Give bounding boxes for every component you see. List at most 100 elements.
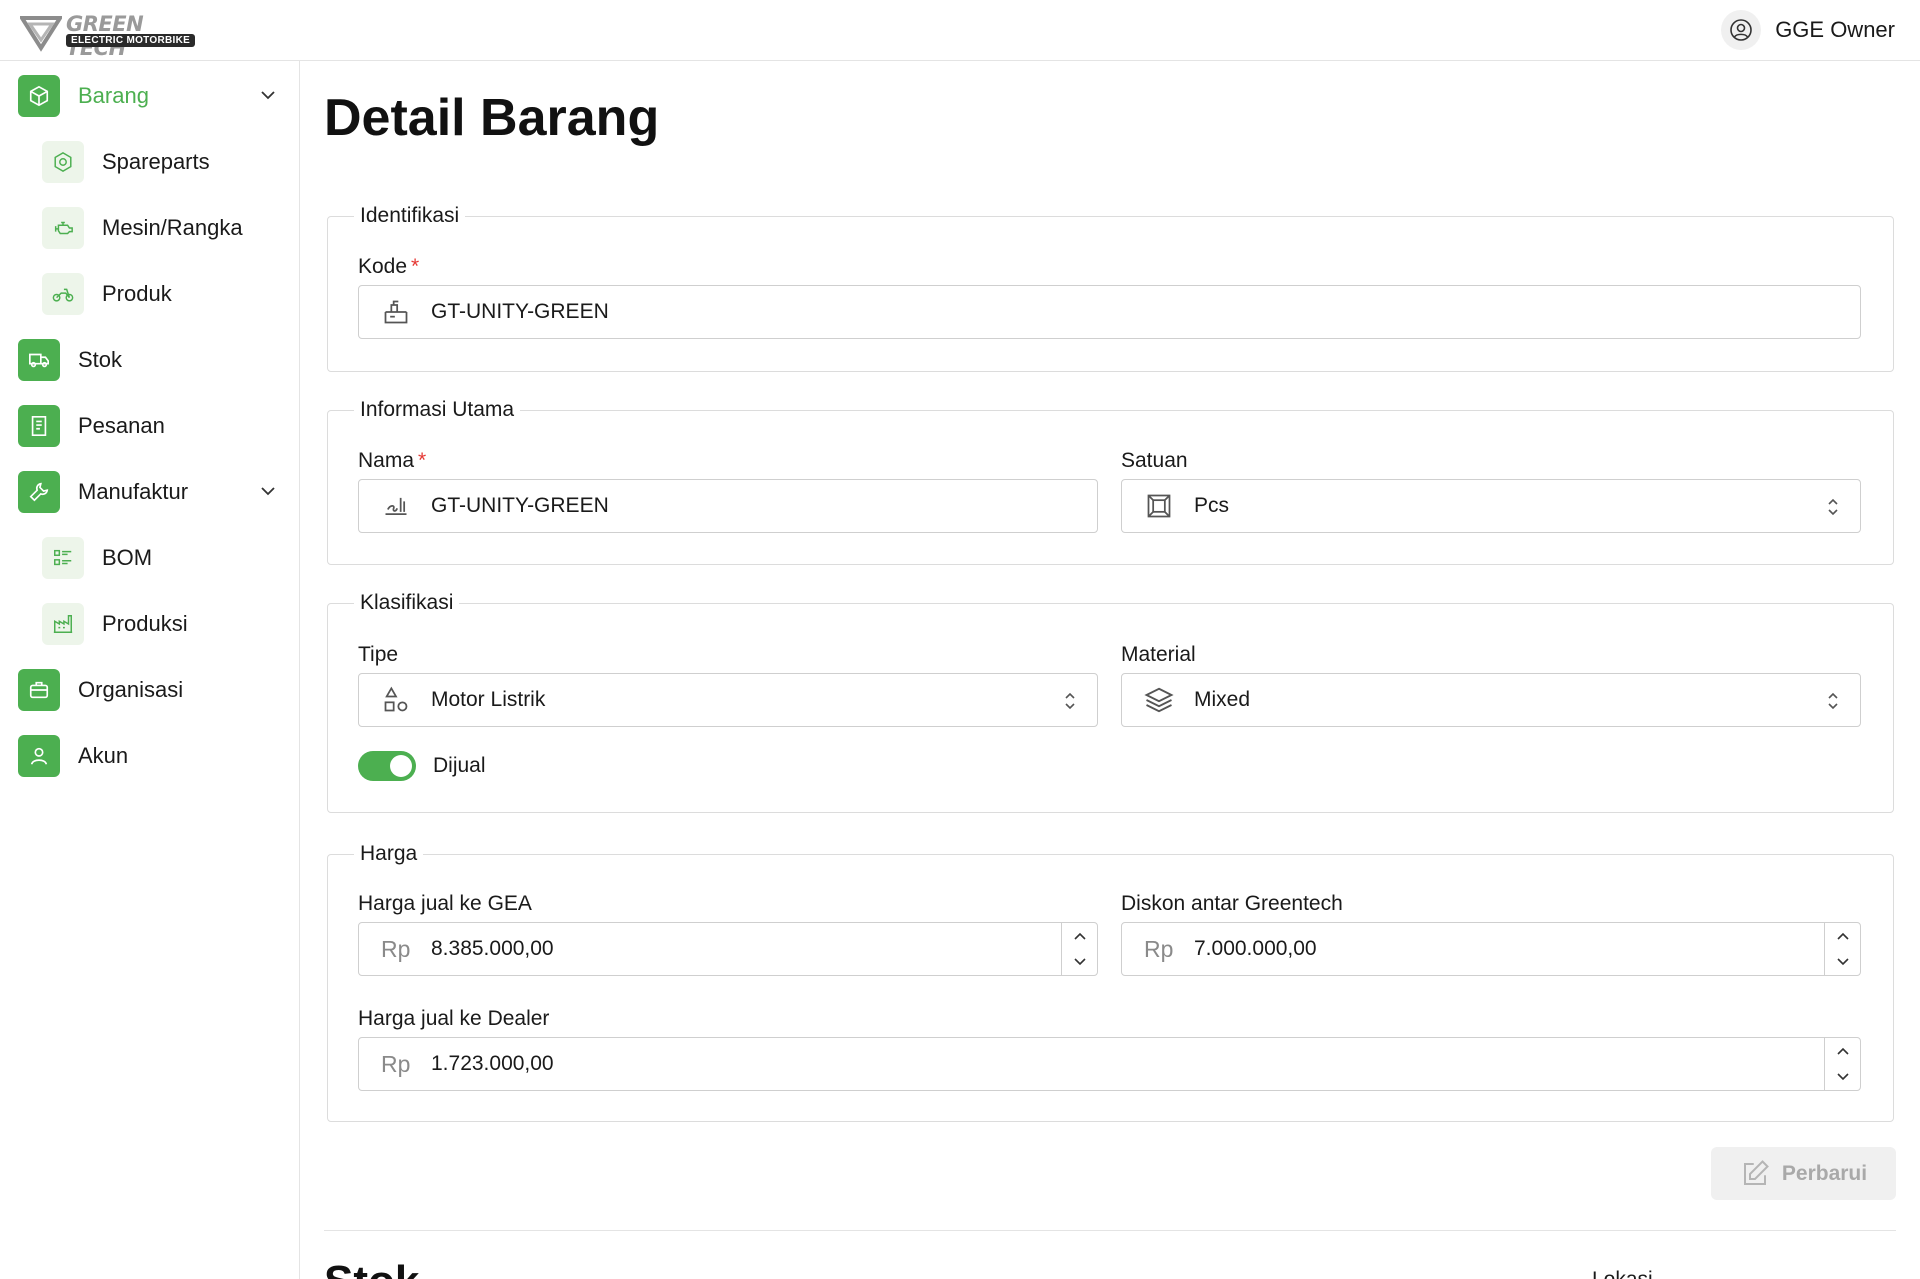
box-icon [18,75,60,117]
top-bar: GREEN TECH ELECTRIC MOTORBIKE GGE Owner [0,0,1920,61]
required-mark: * [411,255,420,278]
dijual-label: Dijual [433,754,486,777]
page-title: Detail Barang [324,89,660,147]
kode-field[interactable]: GT-UNITY-GREEN [358,285,1861,339]
chevron-up-icon[interactable] [1836,931,1850,941]
edit-icon [1743,1159,1769,1185]
sidebar-item-pesanan[interactable]: Pesanan [0,401,300,451]
sidebar-item-label: Pesanan [78,413,165,438]
diskon-label: Diskon antar Greentech [1121,892,1343,915]
sidebar-item-label: Organisasi [78,677,184,702]
sidebar-item-label: Stok [78,347,123,372]
stok-section-title: Stok [324,1262,419,1279]
chevron-down-icon[interactable] [258,481,278,501]
user-circle-icon [1730,19,1752,41]
wrench-icon [18,471,60,513]
sidebar: Barang Spareparts Mesin/Rangka Produk St… [0,61,300,1279]
sidebar-item-spareparts[interactable]: Spareparts [0,137,300,187]
harga-dealer-label: Harga jual ke Dealer [358,1007,550,1030]
layers-icon [1144,685,1174,715]
required-mark: * [418,449,427,472]
harga-gea-input[interactable]: Rp 8.385.000,00 [358,922,1098,976]
logo-mark-icon [20,16,62,52]
engine-icon [42,207,84,249]
nama-label-text: Nama [358,449,415,472]
perbarui-label: Perbarui [1781,1161,1868,1185]
nut-icon [42,141,84,183]
sidebar-item-label: Akun [78,743,129,768]
sidebar-item-label: Barang [78,83,149,108]
dijual-toggle[interactable] [358,751,416,781]
list-icon [42,537,84,579]
signature-icon [381,491,411,521]
chevron-down-icon[interactable] [1836,957,1850,967]
tipe-label: Tipe [358,643,399,666]
sidebar-item-bom[interactable]: BOM [0,533,300,583]
number-stepper[interactable] [1824,923,1860,975]
chevron-down-icon[interactable] [1836,1072,1850,1082]
sidebar-item-manufaktur[interactable]: Manufaktur [0,467,300,517]
sidebar-item-organisasi[interactable]: Organisasi [0,665,300,715]
kode-label-text: Kode [358,255,408,278]
select-arrows-icon [1065,692,1075,710]
sidebar-item-produk[interactable]: Produk [0,269,300,319]
tipe-select[interactable]: Motor Listrik [358,673,1098,727]
material-select[interactable]: Mixed [1121,673,1861,727]
sidebar-item-label: BOM [102,545,153,570]
harga-gea-value: 8.385.000,00 [431,937,554,960]
nama-label: Nama * [358,449,426,473]
sidebar-item-label: Produk [102,281,172,306]
tipe-value: Motor Listrik [431,688,546,711]
sidebar-item-label: Produksi [102,611,188,636]
receipt-icon [18,405,60,447]
perbarui-button[interactable]: Perbarui [1711,1147,1896,1200]
section-legend: Informasi Utama [360,398,515,421]
chevron-down-icon[interactable] [258,85,278,105]
diskon-input[interactable]: Rp 7.000.000,00 [1121,922,1861,976]
sidebar-item-barang[interactable]: Barang [0,71,300,121]
shapes-icon [381,685,411,715]
chevron-up-icon[interactable] [1073,931,1087,941]
sidebar-item-stok[interactable]: Stok [0,335,300,385]
section-legend: Identifikasi [360,204,460,227]
nama-value: GT-UNITY-GREEN [431,494,609,517]
harga-dealer-value: 1.723.000,00 [431,1052,554,1075]
material-value: Mixed [1194,688,1251,711]
number-stepper[interactable] [1824,1038,1860,1090]
user-menu[interactable]: GGE Owner [1721,10,1895,50]
kode-label: Kode * [358,255,419,279]
harga-dealer-input[interactable]: Rp 1.723.000,00 [358,1037,1861,1091]
sidebar-item-produksi[interactable]: Produksi [0,599,300,649]
app-logo[interactable]: GREEN TECH ELECTRIC MOTORBIKE [20,12,200,60]
number-stepper[interactable] [1061,923,1097,975]
barcode-box-icon [381,297,411,327]
motorbike-icon [42,273,84,315]
sidebar-item-mesin-rangka[interactable]: Mesin/Rangka [0,203,300,253]
section-legend: Harga [360,842,418,865]
select-arrows-icon [1828,498,1838,516]
logo-subtitle: ELECTRIC MOTORBIKE [66,34,196,47]
sidebar-item-label: Mesin/Rangka [102,215,243,240]
lokasi-column-header: Lokasi [1592,1268,1653,1279]
truck-icon [18,339,60,381]
sidebar-item-akun[interactable]: Akun [0,731,300,781]
chevron-up-icon[interactable] [1836,1046,1850,1056]
dimensions-icon [1144,491,1174,521]
section-divider [324,1230,1896,1231]
toggle-knob [390,755,412,777]
currency-prefix: Rp [1144,935,1174,962]
diskon-value: 7.000.000,00 [1194,937,1317,960]
material-label: Material [1121,643,1196,666]
section-legend: Klasifikasi [360,591,454,614]
currency-prefix: Rp [381,1050,411,1077]
user-name: GGE Owner [1775,17,1895,42]
chevron-down-icon[interactable] [1073,957,1087,967]
factory-icon [42,603,84,645]
briefcase-icon [18,669,60,711]
sidebar-item-label: Manufaktur [78,479,189,504]
satuan-select[interactable]: Pcs [1121,479,1861,533]
harga-gea-label: Harga jual ke GEA [358,892,532,915]
nama-field[interactable]: GT-UNITY-GREEN [358,479,1098,533]
select-arrows-icon [1828,692,1838,710]
satuan-label: Satuan [1121,449,1188,472]
